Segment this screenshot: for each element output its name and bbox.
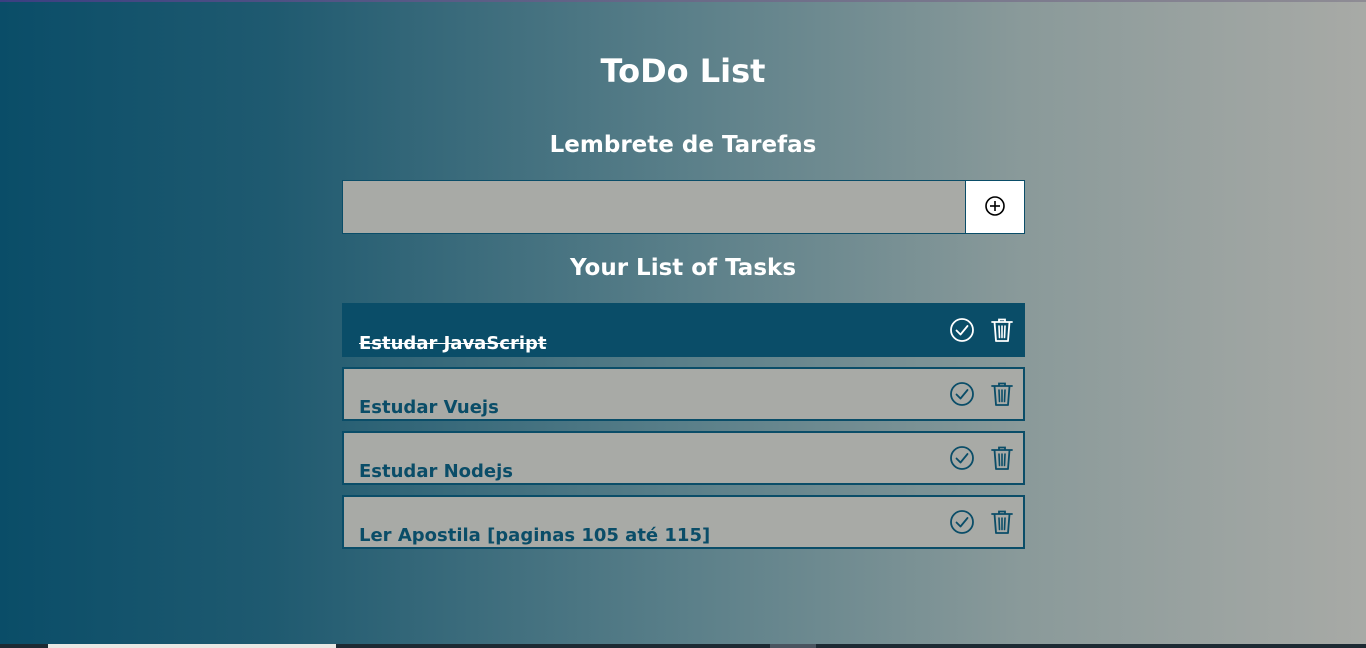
- taskbar-active-window[interactable]: [48, 644, 336, 648]
- list-heading: Your List of Tasks: [569, 255, 797, 281]
- task-text: Ler Apostila [paginas 105 até 115]: [359, 525, 711, 546]
- task-text: Estudar Nodejs: [359, 461, 514, 482]
- task-item: Estudar Nodejs: [342, 431, 1025, 485]
- task-item: Estudar JavaScript: [342, 303, 1025, 357]
- task-item: Estudar Vuejs: [342, 367, 1025, 421]
- trash-icon[interactable]: [989, 509, 1015, 535]
- check-circle-icon[interactable]: [949, 509, 975, 535]
- task-actions: [949, 381, 1015, 407]
- task-list: Estudar JavaScript Estudar Vuejs Estudar…: [342, 303, 1025, 559]
- task-input[interactable]: [342, 180, 965, 234]
- task-actions: [949, 509, 1015, 535]
- add-task-button[interactable]: [965, 180, 1025, 234]
- task-input-row: [342, 180, 1025, 234]
- check-circle-icon[interactable]: [949, 445, 975, 471]
- check-circle-icon[interactable]: [949, 381, 975, 407]
- task-item: Ler Apostila [paginas 105 até 115]: [342, 495, 1025, 549]
- task-text: Estudar Vuejs: [359, 397, 499, 418]
- plus-circle-icon: [984, 195, 1006, 220]
- trash-icon[interactable]: [989, 445, 1015, 471]
- trash-icon[interactable]: [989, 317, 1015, 343]
- os-taskbar: [0, 644, 1366, 648]
- check-circle-icon[interactable]: [949, 317, 975, 343]
- task-text: Estudar JavaScript: [359, 333, 547, 354]
- task-actions: [949, 317, 1015, 343]
- browser-top-line: [0, 0, 1366, 2]
- trash-icon[interactable]: [989, 381, 1015, 407]
- taskbar-item[interactable]: [770, 644, 816, 648]
- page-subtitle: Lembrete de Tarefas: [549, 132, 817, 158]
- task-actions: [949, 445, 1015, 471]
- page-title: ToDo List: [600, 52, 766, 90]
